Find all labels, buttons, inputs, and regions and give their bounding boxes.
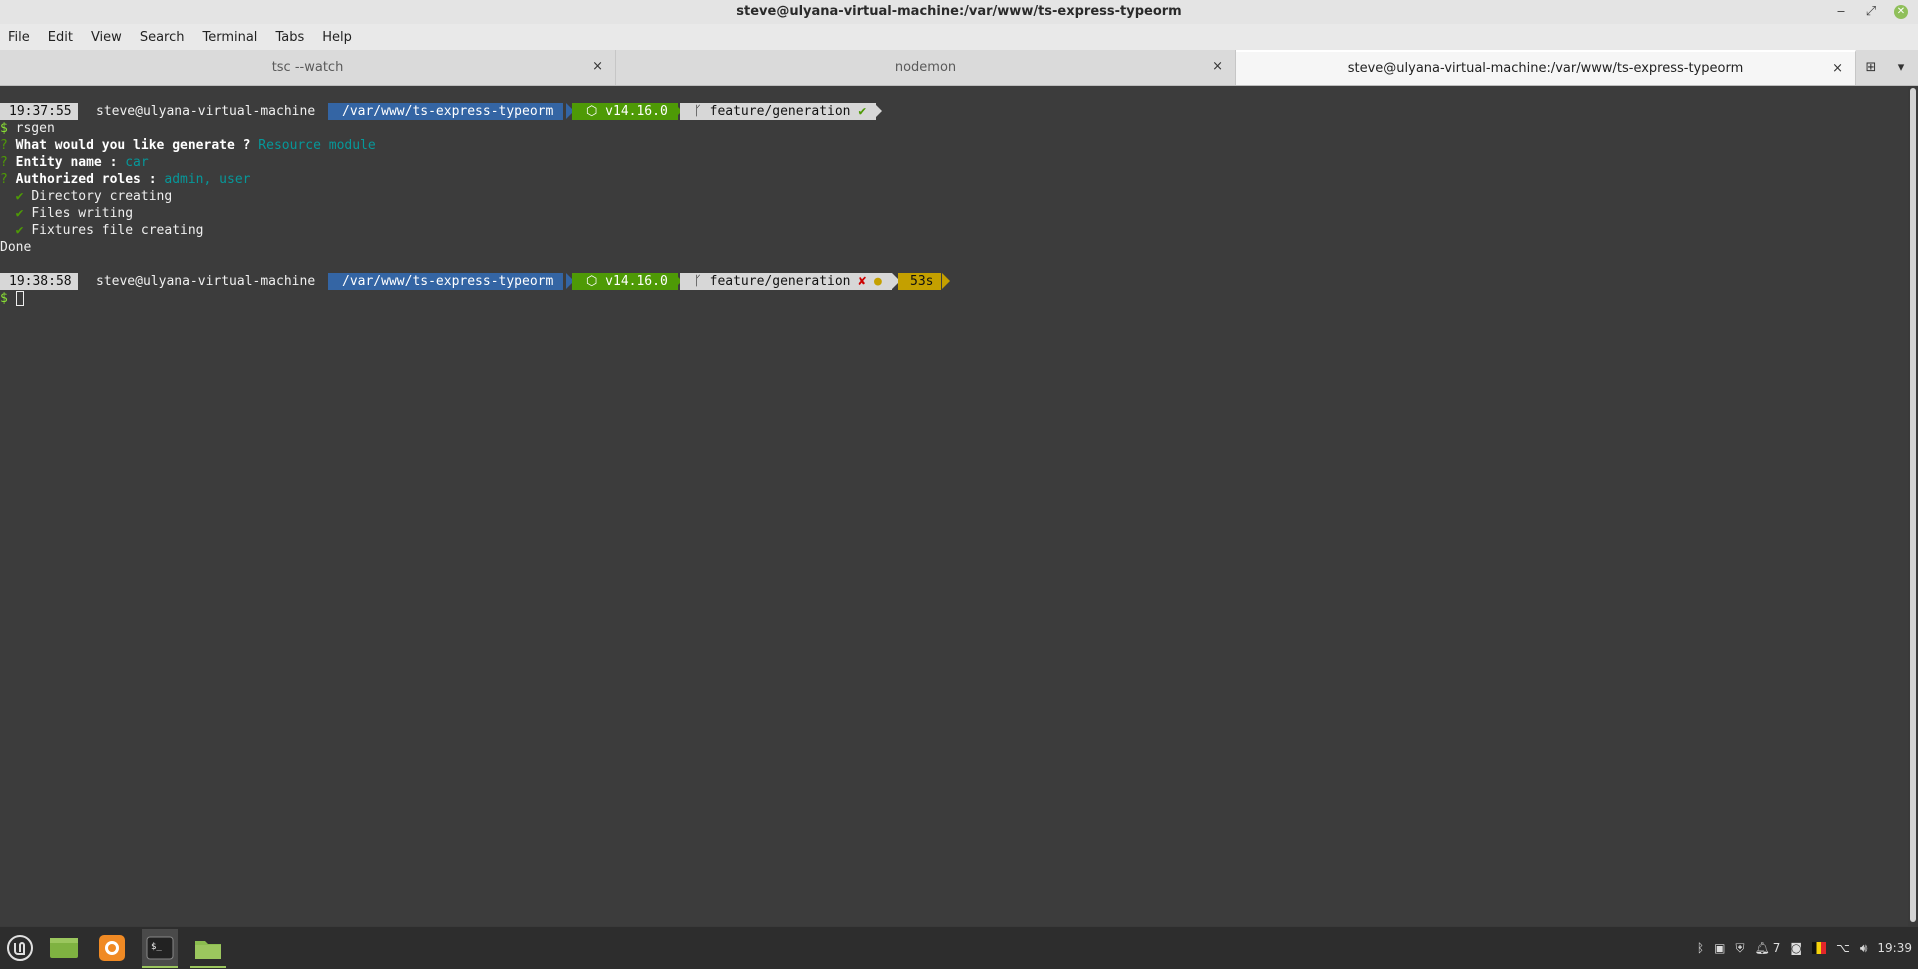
maximize-icon: ⤢ xyxy=(1865,4,1877,19)
git-clean-icon: ✔ xyxy=(858,104,867,119)
tab-menu-button[interactable]: ▾ xyxy=(1886,50,1916,85)
clipboard-icon[interactable]: ▣ xyxy=(1714,941,1725,955)
volume-icon[interactable]: 🔊︎ xyxy=(1860,941,1868,956)
menu-file[interactable]: File xyxy=(0,30,39,45)
output-step: ✔ Files writing xyxy=(0,205,133,222)
tab-label: nodemon xyxy=(894,60,957,75)
prompt-user: steve@ulyana-virtual-machine xyxy=(82,273,324,290)
step-label: Directory creating xyxy=(31,189,173,204)
tab-tsc-watch[interactable]: tsc --watch × xyxy=(0,50,616,85)
menu-view[interactable]: View xyxy=(82,30,131,45)
prompt-user: steve@ulyana-virtual-machine xyxy=(82,103,324,120)
output-question: ? Entity name : car xyxy=(0,154,149,171)
prompt-time: 19:38:58 xyxy=(0,273,78,290)
notifications-icon[interactable]: 🔔︎ xyxy=(1754,941,1769,955)
firefox-icon[interactable] xyxy=(96,932,128,964)
terminal-taskbar-icon[interactable]: $_ xyxy=(142,929,178,968)
tab-close-icon[interactable]: × xyxy=(1212,59,1223,74)
update-manager-icon[interactable]: ◙ xyxy=(1790,941,1802,955)
output-question: ? What would you like generate ? Resourc… xyxy=(0,137,376,154)
input-line[interactable]: $ xyxy=(0,290,24,307)
git-dot-icon: ● xyxy=(874,274,882,289)
menu-terminal[interactable]: Terminal xyxy=(193,30,266,45)
tab-label: tsc --watch xyxy=(271,60,344,75)
prompt-separator xyxy=(874,103,882,119)
output-step: ✔ Directory creating xyxy=(0,188,173,205)
system-tray: ᛒ ▣ ⛨ 🔔︎ 7 ◙ ⌥ 🔊︎ 19:39 xyxy=(1687,927,1912,969)
maximize-button[interactable]: ⤢ xyxy=(1860,0,1882,24)
git-branch-name: ᚴ feature/generation xyxy=(694,104,851,119)
minimize-button[interactable]: ‒ xyxy=(1830,0,1852,24)
menu-help[interactable]: Help xyxy=(313,30,361,45)
terminal-area[interactable]: 19:37:55 steve@ulyana-virtual-machine /v… xyxy=(0,86,1908,926)
output-done: Done xyxy=(0,240,32,255)
step-label: Fixtures file creating xyxy=(31,223,204,238)
notifications-count: 7 xyxy=(1772,941,1781,955)
question-answer: Resource module xyxy=(258,138,376,153)
question-answer: admin, user xyxy=(164,172,251,187)
question-answer: car xyxy=(125,155,149,170)
question-label: Entity name : xyxy=(15,155,118,170)
taskbar: $_ ᛒ ▣ ⛨ 🔔︎ 7 ◙ ⌥ 🔊︎ 19:39 xyxy=(0,926,1918,969)
menu-tabs[interactable]: Tabs xyxy=(266,30,313,45)
chevron-down-icon: ▾ xyxy=(1897,60,1905,75)
window-title: steve@ulyana-virtual-machine:/var/www/ts… xyxy=(736,4,1182,19)
prompt-duration: 53s xyxy=(898,273,942,290)
close-icon: ✕ xyxy=(1894,5,1908,19)
menu-edit[interactable]: Edit xyxy=(39,30,82,45)
dollar-sign: $ xyxy=(0,121,8,136)
prompt-node-version: ⬡ v14.16.0 xyxy=(572,273,678,290)
window-titlebar: steve@ulyana-virtual-machine:/var/www/ts… xyxy=(0,0,1918,24)
question-mark: ? xyxy=(0,138,8,153)
git-branch-name: ᚴ feature/generation xyxy=(694,274,851,289)
show-desktop-icon[interactable] xyxy=(48,932,80,964)
prompt-time: 19:37:55 xyxy=(0,103,78,120)
question-mark: ? xyxy=(0,172,8,187)
prompt-git-branch: ᚴ feature/generation ✘ ● xyxy=(680,273,892,290)
network-icon[interactable]: ⌥ xyxy=(1836,941,1850,955)
tab-bar: tsc --watch × nodemon × steve@ulyana-vir… xyxy=(0,50,1918,86)
minimize-icon: ‒ xyxy=(1836,4,1846,19)
command-text: rsgen xyxy=(15,121,55,136)
prompt-line: 19:38:58 steve@ulyana-virtual-machine /v… xyxy=(0,273,960,290)
prompt-dir: /var/www/ts-express-typeorm xyxy=(328,273,564,290)
command-line: $ rsgen xyxy=(0,120,55,137)
question-label: Authorized roles : xyxy=(15,172,157,187)
git-dirty-icon: ✘ xyxy=(858,274,867,289)
output-question: ? Authorized roles : admin, user xyxy=(0,171,250,188)
tab-nodemon[interactable]: nodemon × xyxy=(616,50,1236,85)
prompt-dir: /var/www/ts-express-typeorm xyxy=(328,103,564,120)
tab-close-icon[interactable]: × xyxy=(1832,61,1843,76)
dollar-sign: $ xyxy=(0,291,8,306)
prompt-line: 19:37:55 steve@ulyana-virtual-machine /v… xyxy=(0,103,900,120)
bluetooth-icon[interactable]: ᛒ xyxy=(1697,941,1704,955)
close-window-button[interactable]: ✕ xyxy=(1890,0,1912,24)
files-icon[interactable] xyxy=(190,929,226,968)
new-tab-icon: ⊞ xyxy=(1865,60,1877,75)
question-mark: ? xyxy=(0,155,8,170)
keyboard-layout-flag-icon[interactable] xyxy=(1812,942,1827,954)
prompt-separator xyxy=(942,273,950,289)
tab-active-terminal[interactable]: steve@ulyana-virtual-machine:/var/www/ts… xyxy=(1236,50,1856,85)
terminal-scrollbar[interactable] xyxy=(1908,86,1918,926)
scrollbar-thumb[interactable] xyxy=(1910,88,1916,922)
shield-icon[interactable]: ⛨ xyxy=(1735,941,1744,956)
prompt-git-branch: ᚴ feature/generation ✔ xyxy=(680,103,877,120)
menubar: File Edit View Search Terminal Tabs Help xyxy=(0,24,1918,50)
check-icon: ✔ xyxy=(15,206,24,221)
output-step: ✔ Fixtures file creating xyxy=(0,222,204,239)
text-cursor xyxy=(15,291,24,306)
menu-search[interactable]: Search xyxy=(131,30,194,45)
mint-menu-icon[interactable] xyxy=(4,932,36,964)
tab-close-icon[interactable]: × xyxy=(592,59,603,74)
svg-text:$_: $_ xyxy=(151,942,162,952)
tab-label: steve@ulyana-virtual-machine:/var/www/ts… xyxy=(1347,61,1744,76)
question-label: What would you like generate ? xyxy=(15,138,251,153)
check-icon: ✔ xyxy=(15,223,24,238)
clock[interactable]: 19:39 xyxy=(1877,941,1912,955)
new-tab-button[interactable]: ⊞ xyxy=(1856,50,1886,85)
check-icon: ✔ xyxy=(15,189,24,204)
prompt-node-version: ⬡ v14.16.0 xyxy=(572,103,678,120)
step-label: Files writing xyxy=(31,206,134,221)
